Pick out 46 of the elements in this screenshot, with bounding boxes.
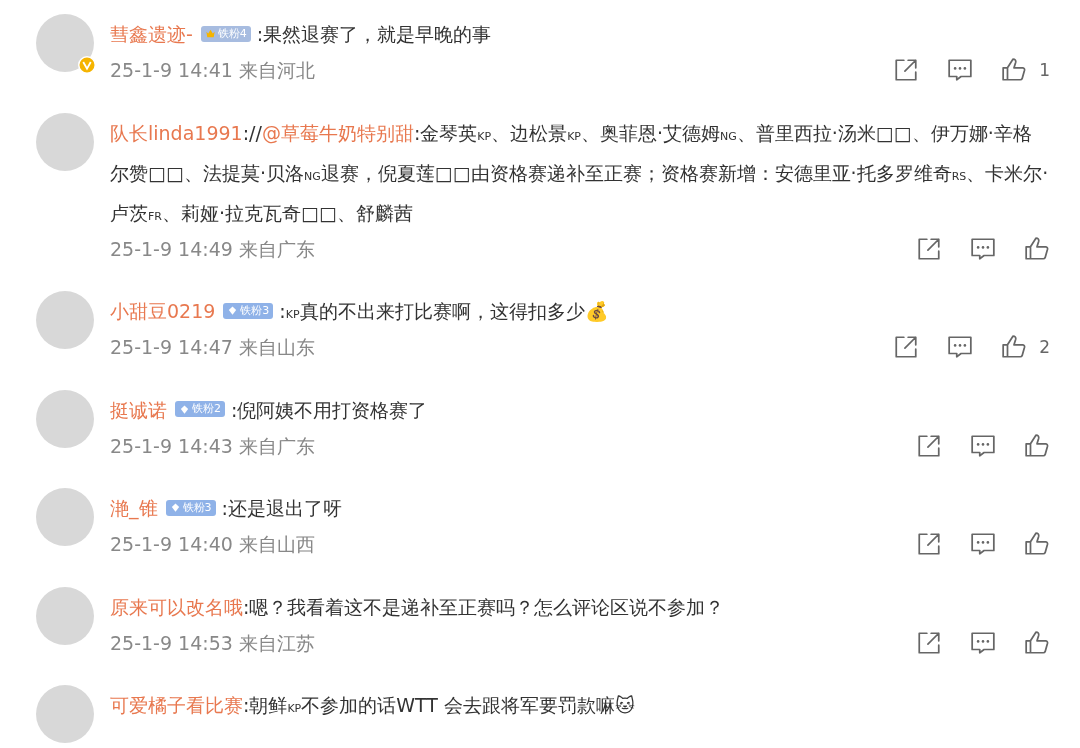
timestamp: 25-1-9 14:47 来自山东 bbox=[110, 335, 316, 360]
comment-text: 挺诚诺 铁粉2 :倪阿姨不用打资格赛了 bbox=[110, 397, 429, 423]
diamond-icon bbox=[179, 403, 190, 415]
like-count: 1 bbox=[1039, 58, 1050, 82]
share-icon[interactable] bbox=[893, 57, 920, 84]
fan-badge: 铁粉3 bbox=[165, 499, 216, 516]
like-icon[interactable] bbox=[1024, 235, 1050, 262]
fan-badge: 铁粉3 bbox=[223, 302, 274, 319]
share-icon[interactable] bbox=[916, 235, 942, 262]
comment-icon[interactable] bbox=[970, 629, 996, 656]
comment-icon[interactable] bbox=[970, 432, 996, 459]
crown-icon bbox=[204, 28, 216, 39]
fan-badge: 铁粉2 bbox=[175, 401, 225, 417]
username-link[interactable]: 滟_锥 bbox=[110, 497, 158, 519]
comment-text: 彗鑫遗迹- 铁粉4 :果然退赛了，就是早晚的事 bbox=[110, 22, 493, 47]
timestamp: 25-1-9 14:49 来自广东 bbox=[110, 236, 316, 262]
mention-link[interactable]: @草莓牛奶特别甜 bbox=[261, 121, 414, 144]
comment-icon[interactable] bbox=[970, 531, 996, 558]
timestamp: 25-1-9 14:40 来自山西 bbox=[110, 532, 316, 557]
share-icon[interactable] bbox=[916, 629, 942, 656]
username-link[interactable]: 原来可以改名哦 bbox=[110, 595, 243, 618]
timestamp: 25-1-9 14:43 来自广东 bbox=[110, 433, 316, 459]
username-link[interactable]: 挺诚诺 bbox=[110, 398, 167, 421]
timestamp: 25-1-9 14:41 来自河北 bbox=[110, 58, 316, 83]
comment-icon[interactable] bbox=[947, 57, 974, 84]
like-icon[interactable] bbox=[1024, 432, 1050, 459]
share-icon[interactable] bbox=[916, 531, 942, 558]
fan-badge: 铁粉4 bbox=[200, 25, 251, 42]
like-icon[interactable] bbox=[1024, 531, 1050, 558]
comment-icon[interactable] bbox=[970, 235, 996, 262]
username-link[interactable]: 彗鑫遗迹- bbox=[110, 23, 193, 45]
comment-text: 原来可以改名哦:嗯？我看着这不是递补至正赛吗？怎么评论区说不参加？ bbox=[110, 594, 726, 620]
share-icon[interactable] bbox=[916, 432, 942, 459]
diamond-icon bbox=[169, 502, 181, 513]
diamond-icon bbox=[227, 305, 239, 316]
comment-text: 滟_锥 铁粉3 :还是退出了呀 bbox=[110, 496, 343, 522]
share-icon[interactable] bbox=[893, 334, 920, 361]
comment-icon[interactable] bbox=[947, 334, 974, 361]
timestamp: 25-1-9 14:53 来自江苏 bbox=[110, 630, 316, 656]
like-icon[interactable] bbox=[1024, 629, 1050, 656]
like-count: 2 bbox=[1039, 335, 1050, 359]
like-icon[interactable] bbox=[1001, 57, 1028, 84]
username-link[interactable]: 小甜豆0219 bbox=[110, 300, 216, 322]
username-link[interactable]: 可爱橘子看比赛 bbox=[110, 694, 243, 716]
username-link[interactable]: 队长linda1991 bbox=[110, 121, 243, 144]
like-icon[interactable] bbox=[1001, 334, 1028, 361]
